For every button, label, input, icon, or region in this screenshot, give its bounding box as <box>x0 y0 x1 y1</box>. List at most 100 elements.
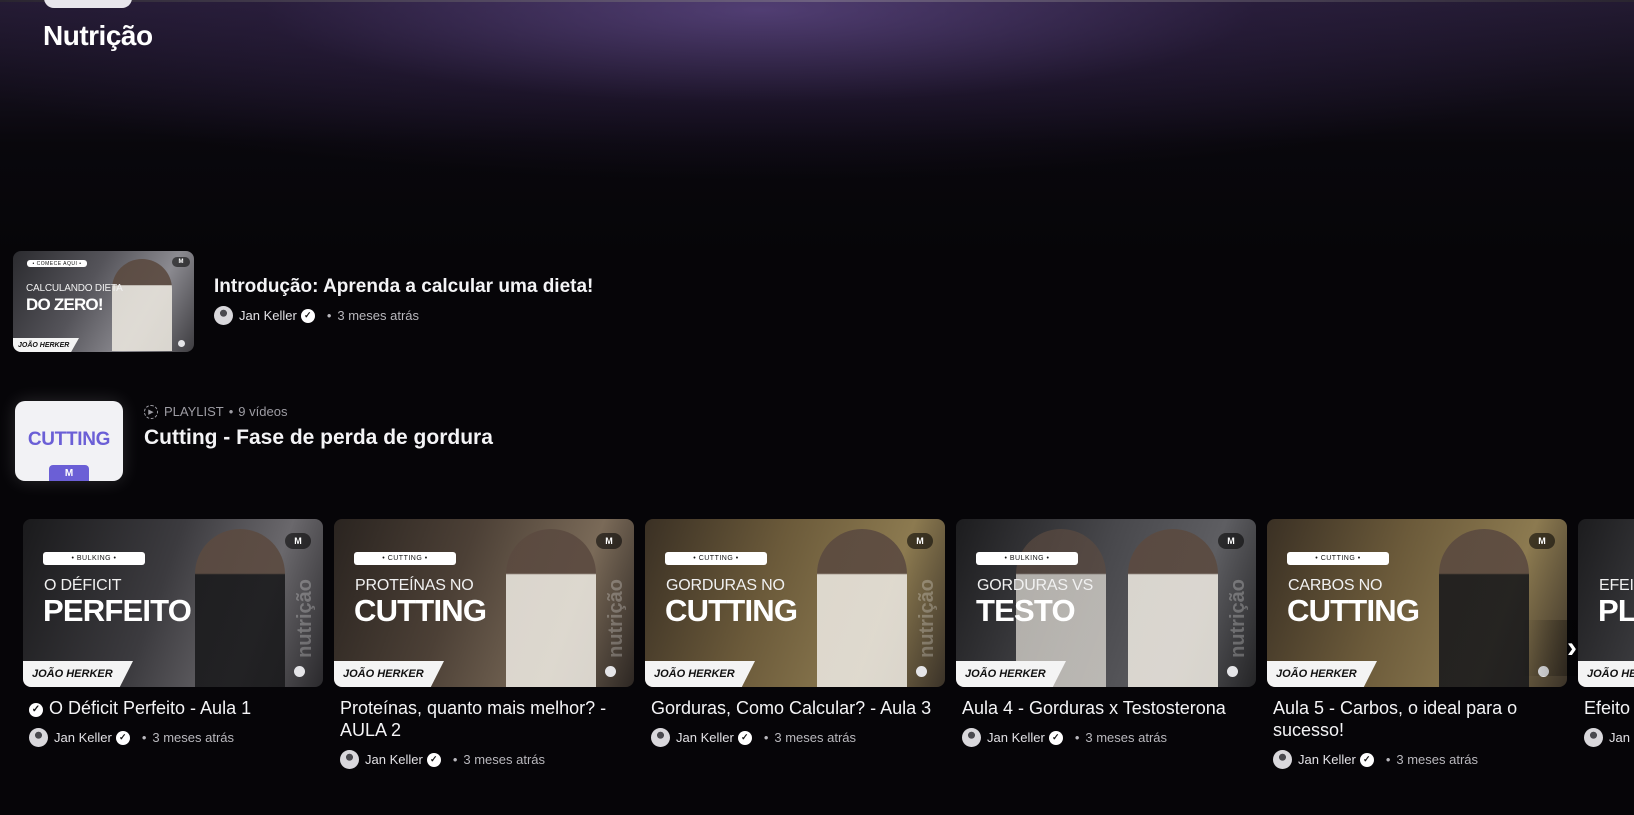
avatar[interactable] <box>1584 728 1603 747</box>
top-divider <box>0 0 1634 2</box>
avatar[interactable] <box>962 728 981 747</box>
playlist-meta: ▶ PLAYLIST • 9 vídeos <box>144 404 493 419</box>
video-card[interactable]: • BULKING • O DÉFICIT PERFEITO M nutriçã… <box>23 519 323 747</box>
thumbnail-tag: • CUTTING • <box>1287 552 1389 565</box>
thumbnail-headline: CUTTING <box>665 593 798 628</box>
thumbnail-person <box>817 529 907 687</box>
thumbnail-person <box>1439 529 1529 687</box>
video-meta: Jan Keller ✓ • 3 meses atrás <box>956 728 1256 747</box>
avatar[interactable] <box>214 306 233 325</box>
playlist-cover[interactable]: CUTTING M <box>15 401 123 481</box>
video-age: 3 meses atrás <box>337 308 420 323</box>
playlist-title[interactable]: Cutting - Fase de perda de gordura <box>144 426 493 450</box>
thumbnail-side-word: nutrição <box>916 579 938 658</box>
video-title[interactable]: Gorduras, Como Calcular? - Aula 3 <box>645 697 945 719</box>
author-name[interactable]: Jan Keller <box>365 752 423 767</box>
verified-badge-icon: ✓ <box>426 752 441 767</box>
thumbnail-headline: TESTO <box>976 593 1076 628</box>
avatar[interactable] <box>29 728 48 747</box>
brand-logo-icon: M <box>172 257 190 267</box>
video-thumbnail[interactable]: EFEI PL JOÃO HER <box>1578 519 1634 687</box>
author-name[interactable]: Jan Keller <box>987 730 1045 745</box>
thumbnail-side-word: nutrição <box>605 579 627 658</box>
video-carousel: • BULKING • O DÉFICIT PERFEITO M nutriçã… <box>23 519 1634 789</box>
video-title[interactable]: Proteínas, quanto mais melhor? - AULA 2 <box>334 697 634 741</box>
video-thumbnail[interactable]: • CUTTING • PROTEÍNAS NO CUTTING M nutri… <box>334 519 634 687</box>
thumbnail-tag: • CUTTING • <box>665 552 767 565</box>
intro-video-info: Introdução: Aprenda a calcular uma dieta… <box>214 276 593 325</box>
thumbnail-side-word: nutrição <box>1227 579 1249 658</box>
thumbnail-headline: CUTTING <box>1287 593 1420 628</box>
separator-dot: • <box>326 308 332 323</box>
video-thumbnail[interactable]: • CUTTING • GORDURAS NO CUTTING M nutriç… <box>645 519 945 687</box>
separator-dot: • <box>763 730 769 745</box>
progress-dot <box>605 666 616 677</box>
video-meta: Jan Keller ✓ • 3 meses atrás <box>645 728 945 747</box>
progress-dot <box>294 666 305 677</box>
video-card[interactable]: EFEI PL JOÃO HER Efeito Jan <box>1578 519 1634 747</box>
verified-badge-icon: ✓ <box>737 730 752 745</box>
thumbnail-person <box>506 529 596 687</box>
progress-dot <box>1227 666 1238 677</box>
intro-video-thumbnail[interactable]: • COMECE AQUI • CALCULANDO DIETA DO ZERO… <box>13 251 194 352</box>
separator-dot: • <box>1385 752 1391 767</box>
verified-badge-icon: ✓ <box>1359 752 1374 767</box>
chevron-right-icon[interactable]: › <box>1521 620 1577 676</box>
author-name[interactable]: Jan Keller <box>1298 752 1356 767</box>
avatar[interactable] <box>340 750 359 769</box>
verified-badge-icon: ✓ <box>300 308 315 323</box>
brand-logo-icon: M <box>1218 533 1244 549</box>
avatar[interactable] <box>1273 750 1292 769</box>
intro-video-title[interactable]: Introdução: Aprenda a calcular uma dieta… <box>214 276 593 298</box>
page-title: Nutrição <box>43 20 153 51</box>
hero-banner-glow <box>0 0 1634 260</box>
thumbnail-headline: DO ZERO! <box>26 295 104 314</box>
author-name[interactable]: Jan <box>1609 730 1630 745</box>
playlist-kind: PLAYLIST <box>164 404 224 419</box>
thumbnail-tag: • COMECE AQUI • <box>27 260 87 267</box>
brand-logo-icon: M <box>49 465 89 481</box>
thumbnail-tag: • CUTTING • <box>354 552 456 565</box>
brand-logo-icon: M <box>1529 533 1555 549</box>
thumbnail-author-strip: JOÃO HERKER <box>645 661 755 687</box>
playlist-header[interactable]: CUTTING M ▶ PLAYLIST • 9 vídeos Cutting … <box>15 401 493 481</box>
video-card[interactable]: • CUTTING • GORDURAS NO CUTTING M nutriç… <box>645 519 945 747</box>
intro-video-row[interactable]: • COMECE AQUI • CALCULANDO DIETA DO ZERO… <box>13 251 593 352</box>
avatar[interactable] <box>651 728 670 747</box>
video-title[interactable]: ✓ O Déficit Perfeito - Aula 1 <box>23 697 323 719</box>
video-age: 3 meses atrás <box>152 730 235 745</box>
thumbnail-tag: • BULKING • <box>43 552 145 565</box>
video-title[interactable]: Aula 4 - Gorduras x Testosterona <box>956 697 1256 719</box>
video-card[interactable]: • CUTTING • PROTEÍNAS NO CUTTING M nutri… <box>334 519 634 769</box>
author-name[interactable]: Jan Keller <box>54 730 112 745</box>
author-name[interactable]: Jan Keller <box>676 730 734 745</box>
playlist-cover-text: CUTTING <box>27 429 111 450</box>
progress-dot <box>178 340 185 347</box>
video-age: 3 meses atrás <box>1396 752 1479 767</box>
author-name[interactable]: Jan Keller <box>239 308 297 323</box>
video-age: 3 meses atrás <box>463 752 546 767</box>
video-thumbnail[interactable]: • BULKING • GORDURAS VS TESTO M nutrição… <box>956 519 1256 687</box>
video-meta: Jan <box>1578 728 1634 747</box>
video-age: 3 meses atrás <box>774 730 857 745</box>
video-title[interactable]: Aula 5 - Carbos, o ideal para o sucesso! <box>1267 697 1567 741</box>
thumbnail-author-strip: JOÃO HERKER <box>23 661 133 687</box>
thumbnail-person <box>195 529 285 687</box>
separator-dot: • <box>452 752 458 767</box>
video-card[interactable]: • BULKING • GORDURAS VS TESTO M nutrição… <box>956 519 1256 747</box>
video-meta: Jan Keller ✓ • 3 meses atrás <box>334 750 634 769</box>
playlist-info: ▶ PLAYLIST • 9 vídeos Cutting - Fase de … <box>144 404 493 450</box>
playlist-count: 9 vídeos <box>238 404 288 419</box>
brand-logo-icon: M <box>285 533 311 549</box>
top-pill-button[interactable] <box>44 0 132 8</box>
thumbnail-overline: CALCULANDO DIETA <box>26 283 123 294</box>
thumbnail-author-strip: JOÃO HERKER <box>1267 661 1377 687</box>
separator-dot: • <box>141 730 147 745</box>
brand-logo-icon: M <box>907 533 933 549</box>
thumbnail-author-strip: JOÃO HERKER <box>13 338 79 352</box>
video-title[interactable]: Efeito <box>1578 697 1634 719</box>
video-thumbnail[interactable]: • BULKING • O DÉFICIT PERFEITO M nutriçã… <box>23 519 323 687</box>
video-meta: Jan Keller ✓ • 3 meses atrás <box>214 306 593 325</box>
video-title-text: O Déficit Perfeito - Aula 1 <box>49 698 252 718</box>
brand-logo-icon: M <box>596 533 622 549</box>
